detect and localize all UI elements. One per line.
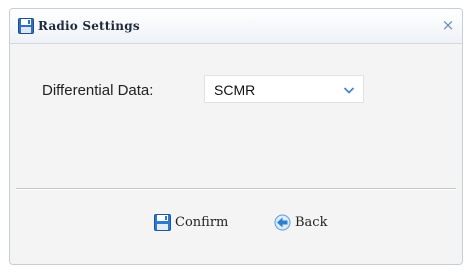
floppy-disk-icon <box>18 18 34 34</box>
floppy-disk-icon <box>154 214 171 231</box>
dialog-content: Differential Data: SCMR <box>10 44 462 189</box>
differential-data-label: Differential Data: <box>42 82 154 99</box>
dialog-title: Radio Settings <box>38 19 140 33</box>
close-icon: × <box>441 16 455 34</box>
confirm-label: Confirm <box>175 215 229 230</box>
differential-data-value: SCMR <box>214 82 256 98</box>
dialog-title-bar: Radio Settings × <box>10 9 462 44</box>
close-button[interactable]: × <box>440 17 456 33</box>
chevron-down-icon <box>343 87 355 94</box>
back-arrow-icon <box>274 214 291 231</box>
footer-divider <box>16 188 456 190</box>
radio-settings-dialog: Radio Settings × Differential Data: SCMR… <box>9 8 463 265</box>
dialog-footer: Confirm Back <box>10 191 462 264</box>
differential-data-select[interactable]: SCMR <box>204 75 364 103</box>
back-label: Back <box>295 215 328 230</box>
